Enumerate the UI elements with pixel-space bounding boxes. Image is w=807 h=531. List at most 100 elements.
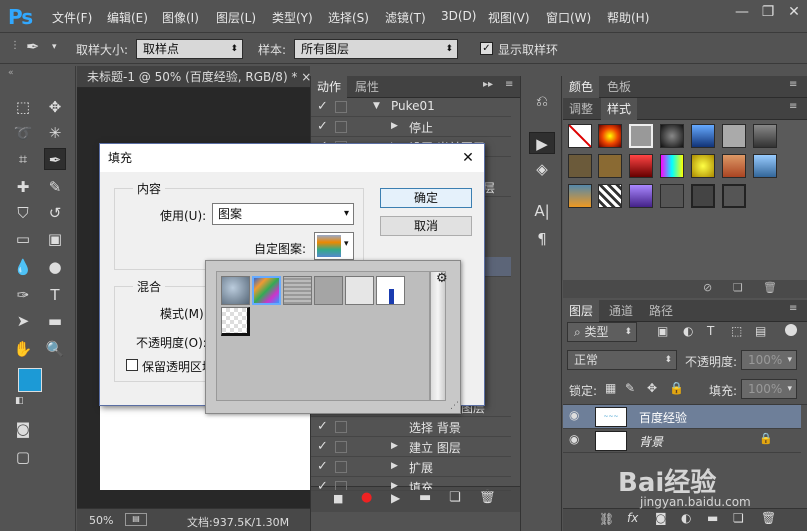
pattern-swatch[interactable] (345, 276, 374, 305)
show-ring-checkbox[interactable]: ✓ (480, 42, 493, 55)
tab-channels[interactable]: 通道 (603, 300, 639, 322)
crop-tool-icon[interactable]: ⌗ (12, 148, 34, 170)
style-swatch[interactable] (629, 154, 653, 178)
ok-button[interactable]: 确定 (380, 188, 472, 208)
tab-color[interactable]: 颜色 (563, 76, 600, 98)
check-icon[interactable]: ✓ (317, 439, 328, 454)
tab-properties[interactable]: 属性 (349, 76, 385, 98)
character-panel-icon[interactable]: A| (531, 200, 553, 222)
record-icon[interactable]: ● (361, 490, 372, 505)
filter-shape-icon[interactable]: ⬚ (731, 324, 742, 338)
adjustment-layer-icon[interactable]: ◐ (681, 511, 691, 525)
style-swatch[interactable] (722, 154, 746, 178)
path-selection-tool-icon[interactable]: ➤ (12, 310, 34, 332)
eyedropper-tool-icon[interactable]: ✒ (44, 148, 66, 170)
check-icon[interactable]: ✓ (317, 119, 328, 134)
action-row[interactable]: ✓ 选择 背景 (311, 417, 511, 437)
menu-item[interactable]: 图像(I) (162, 9, 199, 26)
zoom-tool-icon[interactable]: 🔍 (44, 338, 66, 360)
lasso-tool-icon[interactable]: ➰ (12, 122, 34, 144)
opacity-field[interactable]: 100% ▾ (741, 350, 797, 370)
paragraph-panel-icon[interactable]: ¶ (531, 228, 553, 250)
menu-item[interactable]: 选择(S) (328, 9, 369, 26)
lock-image-icon[interactable]: ✎ (625, 381, 635, 395)
menu-item[interactable]: 图层(L) (216, 9, 256, 26)
pattern-swatch-bubbles[interactable] (221, 276, 250, 305)
document-tab[interactable]: 未标题-1 @ 50% (百度经验, RGB/8) * × (77, 66, 310, 88)
collapsed-icon[interactable]: ▶ (391, 121, 398, 131)
trash-icon[interactable]: 🗑 (761, 511, 776, 525)
menu-item[interactable]: 滤镜(T) (385, 9, 426, 26)
pattern-swatch-bar[interactable] (376, 276, 405, 305)
gear-icon[interactable]: ⚙ (436, 271, 448, 286)
use-dropdown[interactable]: 图案 ▾ (212, 203, 354, 225)
collapsed-icon[interactable]: ▶ (391, 481, 398, 490)
style-swatch[interactable] (660, 184, 684, 208)
style-swatch[interactable] (598, 124, 622, 148)
check-icon[interactable]: ✓ (317, 99, 328, 114)
menu-item[interactable]: 窗口(W) (546, 9, 591, 26)
dialog-toggle-icon[interactable] (335, 421, 347, 433)
folder-icon[interactable]: ▬ (419, 490, 431, 505)
style-swatch[interactable] (568, 184, 592, 208)
panel-menu-icon[interactable]: ≡ (789, 79, 797, 90)
layer-mask-icon[interactable]: ◙ (655, 511, 667, 525)
preserve-transparency-checkbox[interactable] (126, 359, 138, 371)
trash-icon[interactable]: 🗑 (479, 490, 496, 505)
action-row[interactable]: ✓ ▶ 扩展 (311, 457, 511, 477)
menu-item[interactable]: 帮助(H) (607, 9, 649, 26)
dialog-toggle-icon[interactable] (335, 101, 347, 113)
style-swatch[interactable] (691, 184, 715, 208)
dialog-toggle-icon[interactable] (335, 481, 347, 490)
move-tool-icon[interactable]: ✥ (44, 96, 66, 118)
actions-panel-icon[interactable]: ▶ (529, 132, 555, 154)
eraser-tool-icon[interactable]: ▭ (12, 228, 34, 250)
close-document-icon[interactable]: × (301, 70, 310, 84)
collapse-icon[interactable]: « (8, 68, 14, 78)
pattern-swatch-transparent[interactable] (221, 307, 250, 336)
new-action-icon[interactable]: ❏ (449, 490, 461, 505)
style-swatch[interactable] (691, 154, 715, 178)
eyedropper-tool-icon[interactable]: ✒ (26, 37, 39, 56)
brush-tool-icon[interactable]: ✎ (44, 176, 66, 198)
tab-adjustments[interactable]: 调整 (563, 98, 599, 120)
style-swatch[interactable] (598, 154, 622, 178)
style-swatch[interactable] (753, 124, 777, 148)
rectangle-tool-icon[interactable]: ▬ (44, 310, 66, 332)
pen-tool-icon[interactable]: ✑ (12, 284, 34, 306)
collapsed-icon[interactable]: ▶ (391, 441, 398, 451)
history-brush-tool-icon[interactable]: ↺ (44, 202, 66, 224)
gradient-tool-icon[interactable]: ▣ (44, 228, 66, 250)
tab-styles[interactable]: 样式 (601, 98, 638, 120)
pattern-swatch[interactable] (283, 276, 312, 305)
lock-transparent-icon[interactable]: ▦ (605, 381, 616, 395)
filter-pixel-icon[interactable]: ▣ (657, 324, 668, 338)
foreground-color-swatch[interactable] (18, 368, 42, 392)
default-colors-icon[interactable]: ◧ (15, 396, 24, 406)
blend-mode-dropdown[interactable]: 正常 ⬍ (567, 350, 677, 370)
dialog-close-button[interactable]: ✕ (456, 148, 480, 168)
style-swatch-none[interactable] (568, 124, 592, 148)
layer-style-icon[interactable]: fx (627, 511, 638, 525)
check-icon[interactable]: ✓ (317, 419, 328, 434)
filter-toggle-icon[interactable] (785, 324, 797, 336)
check-icon[interactable]: ✓ (317, 479, 328, 490)
menu-item[interactable]: 3D(D) (441, 9, 476, 23)
style-swatch[interactable] (629, 184, 653, 208)
tab-layers[interactable]: 图层 (563, 300, 600, 322)
tool-preset-dropdown-arrow-icon[interactable]: ▾ (52, 42, 57, 52)
menu-item[interactable]: 视图(V) (488, 9, 530, 26)
check-icon[interactable]: ✓ (317, 459, 328, 474)
new-layer-icon[interactable]: ❏ (733, 511, 744, 525)
marquee-tool-icon[interactable]: ⬚ (12, 96, 34, 118)
trash-icon[interactable]: 🗑 (763, 281, 777, 294)
filter-smart-object-icon[interactable]: ▤ (755, 324, 766, 338)
expanded-icon[interactable]: ▼ (373, 101, 380, 111)
group-icon[interactable]: ▬ (707, 511, 718, 525)
new-style-icon[interactable]: ❏ (733, 281, 743, 294)
clone-stamp-tool-icon[interactable]: ⛉ (12, 202, 34, 224)
layer-name[interactable]: 背景 (639, 433, 663, 450)
filter-adjustment-icon[interactable]: ◐ (683, 324, 693, 338)
cancel-button[interactable]: 取消 (380, 216, 472, 236)
style-swatch[interactable] (722, 124, 746, 148)
